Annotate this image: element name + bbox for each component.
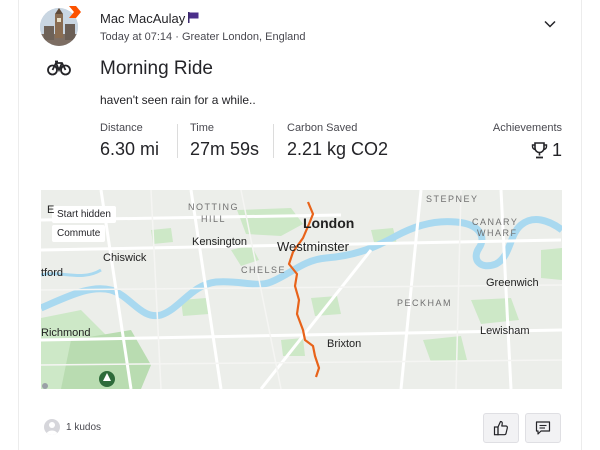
activity-timestamp[interactable]: Today at 07:14 xyxy=(100,31,172,43)
map-label-notting: NOTTING xyxy=(188,202,239,212)
stat-time: Time 27m 59s xyxy=(190,122,259,160)
stat-divider xyxy=(273,124,274,158)
thumbs-up-icon xyxy=(493,420,508,436)
map-label-chiswick: Chiswick xyxy=(103,252,147,264)
activity-description: haven't seen rain for a while.. xyxy=(100,93,256,107)
kudos-summary[interactable]: 1 kudos xyxy=(44,419,101,435)
map-label-brentford: tford xyxy=(41,267,64,279)
map-label-chelsea: CHELSE xyxy=(241,265,287,275)
tag-label: Commute xyxy=(57,228,101,239)
kudos-avatar xyxy=(44,419,60,435)
stat-value: 6.30 mi xyxy=(100,139,160,159)
map-label-peckham: PECKHAM xyxy=(397,298,453,308)
stat-value: 2.21 kg CO2 xyxy=(287,139,389,159)
stat-distance: Distance 6.30 mi xyxy=(100,122,159,160)
map-label-wharf: WHARF xyxy=(477,228,518,238)
tag-label: Start hidden xyxy=(57,209,111,220)
start-hidden-tag: Start hidden xyxy=(52,206,116,223)
map-label-westminster: Westminster xyxy=(277,239,349,254)
athlete-name[interactable]: Mac MacAulay xyxy=(100,11,185,26)
map-label-stepney: STEPNEY xyxy=(426,194,479,204)
activity-location: Greater London, England xyxy=(181,31,306,43)
achievements-count: 1 xyxy=(551,140,562,160)
activity-map[interactable]: Start hidden Commute E London Westminste… xyxy=(41,190,562,389)
stat-divider xyxy=(177,124,178,158)
bike-icon xyxy=(47,60,71,76)
kudos-button[interactable] xyxy=(483,413,519,443)
kudos-count: 1 kudos xyxy=(66,421,102,433)
map-label-hill: HILL xyxy=(201,214,227,224)
map-label-london: London xyxy=(303,215,355,231)
map-label-brixton: Brixton xyxy=(327,338,362,350)
map-label-canary: CANARY xyxy=(472,217,519,227)
stat-value: 27m 59s xyxy=(190,139,260,159)
stat-carbon-saved: Carbon Saved 2.21 kg CO2 xyxy=(287,122,388,160)
user-icon xyxy=(46,422,58,435)
stat-label: Distance xyxy=(100,122,143,134)
activity-title[interactable]: Morning Ride xyxy=(100,58,213,80)
trophy-icon xyxy=(531,142,548,159)
map-label-lewisham: Lewisham xyxy=(480,325,530,337)
stat-label: Time xyxy=(190,122,215,134)
stat-label: Carbon Saved xyxy=(287,122,358,134)
comment-icon xyxy=(535,421,551,435)
meta-separator: · xyxy=(172,31,182,43)
map-label-kensington: Kensington xyxy=(192,236,248,248)
commute-tag: Commute xyxy=(52,225,106,242)
activity-meta: Today at 07:14 · Greater London, England xyxy=(100,31,306,43)
map-label-richmond: Richmond xyxy=(41,327,91,339)
subscriber-badge-icon xyxy=(69,6,81,18)
chevron-down-icon[interactable] xyxy=(543,17,557,31)
flag-icon xyxy=(188,12,199,23)
achievements-label: Achievements xyxy=(492,122,562,134)
map-label-greenwich: Greenwich xyxy=(486,277,539,289)
map-label-partial: E xyxy=(47,204,55,216)
achievements[interactable]: Achievements 1 xyxy=(493,122,562,161)
comment-button[interactable] xyxy=(525,413,561,443)
